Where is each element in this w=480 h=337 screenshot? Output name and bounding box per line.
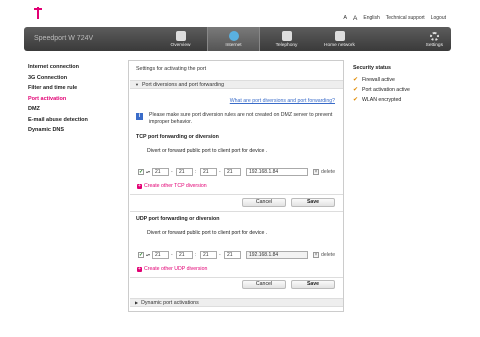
create-udp-diversion-link[interactable]: + Create other UDP diversion <box>137 266 207 272</box>
tcp-client-port-end[interactable] <box>224 168 241 176</box>
language-link[interactable]: English <box>363 15 379 22</box>
udp-section-subtitle: Divert or forward public port to client … <box>147 230 268 236</box>
font-size-small-button[interactable]: A <box>343 15 347 22</box>
tcp-save-button[interactable]: Save <box>291 198 335 207</box>
udp-delete-label: delete <box>321 252 336 258</box>
tcp-delete-label: delete <box>321 169 336 175</box>
udp-rule-row: ✓ ▴▾ - : - × delete <box>136 251 341 261</box>
gear-icon <box>429 32 439 41</box>
tab-internet[interactable]: Internet <box>207 27 260 51</box>
info-icon: i <box>136 113 143 120</box>
tcp-public-port-start[interactable] <box>152 168 169 176</box>
info-message: i Please make sure port diversion rules … <box>136 112 336 125</box>
tab-label: Home network <box>324 43 355 48</box>
tab-telephony[interactable]: Telephony <box>260 27 313 51</box>
page-title: Settings for activating the port <box>136 66 207 72</box>
udp-client-port-end[interactable] <box>224 251 241 259</box>
tab-home-network[interactable]: Home network <box>313 27 366 51</box>
tcp-client-port-start[interactable] <box>200 168 217 176</box>
telekom-logo <box>31 6 61 20</box>
tab-label: Settings <box>425 43 443 48</box>
main-panel: Settings for activating the port ▼ Port d… <box>128 60 344 312</box>
tcp-section-subtitle: Divert or forward public port to client … <box>147 148 268 154</box>
udp-client-port-start[interactable] <box>200 251 217 259</box>
sidebar-item-dynamic-dns[interactable]: Dynamic DNS <box>28 127 88 138</box>
udp-save-button[interactable]: Save <box>291 280 335 289</box>
chevron-right-icon: ▶ <box>135 300 139 305</box>
divider <box>130 277 343 278</box>
create-tcp-diversion-link[interactable]: + Create other TCP diversion <box>137 183 207 189</box>
section-dynamic-port-activations[interactable]: ▶ Dynamic port activations <box>130 298 343 307</box>
check-icon: ✔ <box>353 97 359 103</box>
main-navbar: Speedport W 724V Overview Internet Telep… <box>24 27 451 51</box>
globe-icon <box>228 31 239 41</box>
status-item: ✔ Port activation active <box>353 87 410 93</box>
sidebar-item-port-activation[interactable]: Port activation <box>28 96 88 107</box>
font-size-large-button[interactable]: A <box>353 15 357 22</box>
divider <box>130 211 343 212</box>
device-name: Speedport W 724V <box>34 35 94 42</box>
divider <box>130 194 343 195</box>
tab-label: Internet <box>225 43 242 48</box>
help-link[interactable]: What are port diversions and port forwar… <box>230 98 335 104</box>
udp-section-title: UDP port forwarding or diversion <box>136 216 220 222</box>
tcp-device-ip-select[interactable] <box>246 168 308 176</box>
plus-icon: + <box>137 266 142 272</box>
security-status: Security status ✔ Firewall active ✔ Port a… <box>353 65 410 105</box>
sidebar-item-email-abuse-detection[interactable]: E-mail abuse detection <box>28 117 88 128</box>
udp-delete-checkbox[interactable]: × <box>313 252 319 258</box>
tcp-rule-row: ✓ ▴▾ - : - × delete <box>136 168 341 178</box>
tcp-rule-enable-checkbox[interactable]: ✓ <box>138 169 144 175</box>
phone-icon <box>281 31 292 41</box>
status-item: ✔ Firewall active <box>353 77 395 83</box>
tab-overview[interactable]: Overview <box>154 27 207 51</box>
technical-support-link[interactable]: Technical support <box>386 15 425 22</box>
tcp-public-port-end[interactable] <box>176 168 193 176</box>
section-port-diversions[interactable]: ▼ Port diversions and port forwarding <box>130 80 343 89</box>
main-tabs: Overview Internet Telephony Home network <box>154 27 366 51</box>
tcp-cancel-button[interactable]: Cancel <box>242 198 286 207</box>
plus-icon: + <box>137 183 142 189</box>
home-icon <box>175 31 186 41</box>
sidebar-item-internet-connection[interactable]: Internet connection <box>28 64 88 75</box>
section-label: Port diversions and port forwarding <box>141 82 225 88</box>
udp-public-port-end[interactable] <box>176 251 193 259</box>
tcp-delete-checkbox[interactable]: × <box>313 169 319 175</box>
section-label: Dynamic port activations <box>141 300 199 306</box>
tab-label: Overview <box>170 43 191 48</box>
tcp-section-title: TCP port forwarding or diversion <box>136 134 219 140</box>
chevron-down-icon: ▼ <box>135 82 139 87</box>
network-icon <box>334 31 345 41</box>
sidebar: Internet connection 3G Connection Filter… <box>28 64 88 138</box>
status-item: ✔ WLAN encrypted <box>353 97 402 103</box>
top-menu: A A English Technical support Logout <box>343 15 446 22</box>
udp-public-port-start[interactable] <box>152 251 169 259</box>
info-text: Please make sure port diversion rules ar… <box>149 112 333 125</box>
udp-cancel-button[interactable]: Cancel <box>242 280 286 289</box>
sidebar-item-3g-connection[interactable]: 3G Connection <box>28 75 88 86</box>
check-icon: ✔ <box>353 87 359 93</box>
sidebar-item-dmz[interactable]: DMZ <box>28 106 88 117</box>
sidebar-item-filter-time-rule[interactable]: Filter and time rule <box>28 85 88 96</box>
tab-label: Telephony <box>275 43 298 48</box>
tab-settings[interactable]: Settings <box>426 27 443 51</box>
logout-link[interactable]: Logout <box>431 15 446 22</box>
security-status-title: Security status <box>353 65 391 71</box>
udp-rule-enable-checkbox[interactable]: ✓ <box>138 252 144 258</box>
udp-device-ip-select[interactable] <box>246 251 308 259</box>
check-icon: ✔ <box>353 77 359 83</box>
